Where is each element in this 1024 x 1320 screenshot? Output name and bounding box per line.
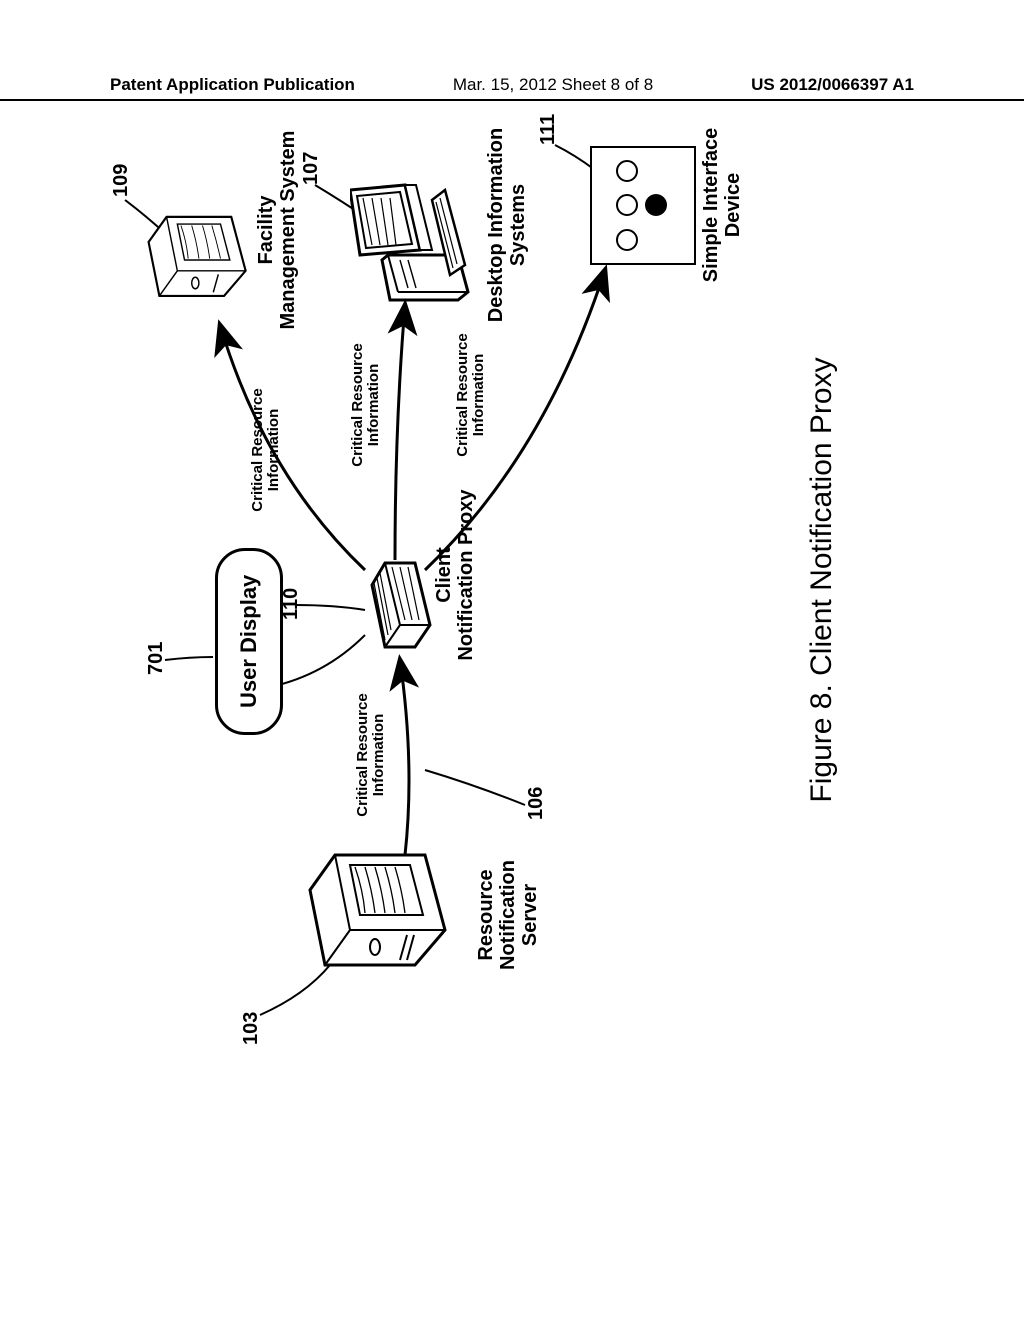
ref-103: 103 (240, 1012, 263, 1045)
cri1-l1: Critical Resource (354, 693, 371, 816)
indicator-icon (616, 229, 638, 251)
ref-107: 107 (300, 152, 323, 185)
figure-title-text: Figure 8. Client Notification Proxy (805, 357, 838, 802)
ref-111: 111 (537, 114, 560, 145)
cri2-l1: Critical Resource (249, 388, 266, 511)
rns-l2: Notification (497, 860, 519, 970)
indicator-icon (616, 195, 638, 217)
button-icon (645, 195, 667, 217)
label-resource-notification-server: Resource Notification Server (475, 835, 541, 995)
cri3-l2: Information (365, 364, 382, 447)
cnp-l1: Client (433, 547, 455, 603)
cri1-l2: Information (370, 714, 387, 797)
indicator-icon (616, 160, 638, 182)
sid-l2: Device (722, 173, 744, 238)
cri2-l2: Information (265, 409, 282, 492)
sid-l1: Simple Interface (700, 128, 722, 283)
ref-109: 109 (110, 164, 133, 197)
label-facility-management-system: Facility Management System (255, 115, 299, 345)
dis-l1: Desktop Information (485, 128, 507, 322)
label-desktop-information-systems: Desktop Information Systems (485, 105, 529, 345)
proxy-box-icon (360, 555, 435, 655)
user-display-node: User Display (215, 548, 283, 735)
cri4-l1: Critical Resource (454, 333, 471, 456)
cri4-l2: Information (470, 354, 487, 437)
label-simple-interface-device: Simple Interface Device (700, 105, 744, 305)
rns-l1: Resource (475, 869, 497, 960)
figure-title: Figure 8. Client Notification Proxy (805, 55, 839, 1105)
user-display-label: User Display (236, 575, 261, 708)
cri3-l1: Critical Resource (349, 343, 366, 466)
edge-label-cri-106: Critical Resource Information (355, 680, 387, 830)
rns-l3: Server (519, 884, 541, 946)
ref-701: 701 (145, 642, 168, 675)
server-tower-icon (145, 205, 260, 315)
ref-110: 110 (280, 588, 303, 620)
label-client-notification-proxy: Client Notification Proxy (433, 475, 477, 675)
simple-interface-device-icon (590, 146, 696, 265)
figure-area: 103 Resource Notification Server User Di… (110, 180, 910, 1230)
server-tower-icon (305, 845, 465, 985)
fms-l1: Facility (255, 196, 277, 265)
cnp-l2: Notification Proxy (455, 489, 477, 660)
edge-label-cri-to-sid: Critical Resource Information (455, 320, 487, 470)
desktop-computer-icon (350, 180, 485, 310)
ref-106: 106 (525, 787, 548, 820)
edge-label-cri-to-dis: Critical Resource Information (350, 330, 382, 480)
figure-rotated-canvas: 103 Resource Notification Server User Di… (105, 55, 905, 1105)
dis-l2: Systems (507, 184, 529, 266)
fms-l2: Management System (277, 131, 299, 330)
edge-label-cri-to-fms: Critical Resource Information (250, 375, 282, 525)
